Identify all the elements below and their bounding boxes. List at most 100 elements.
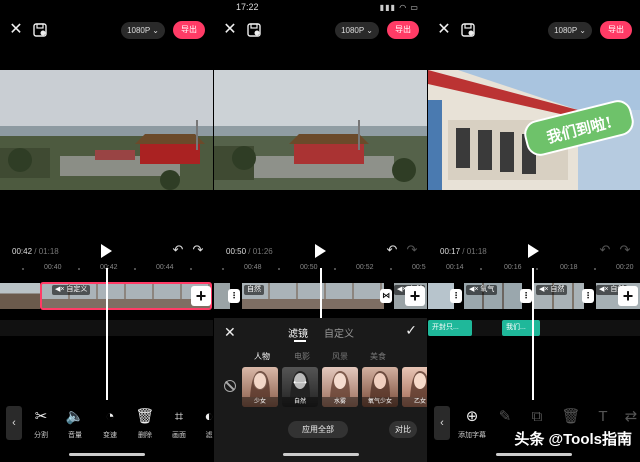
tool-volume[interactable]: 🔈 音量 [58,408,92,440]
category-scenery[interactable]: 风景 [332,351,348,362]
tool-canvas[interactable]: ⌗ 画面 [162,408,196,440]
save-draft-icon[interactable] [247,23,261,37]
ruler-dot [390,268,392,270]
close-icon[interactable]: ✕ [436,22,452,38]
video-clip[interactable]: ◀× 氧气 [464,283,522,309]
back-chevron-icon[interactable]: ‹ [434,406,450,440]
status-time: 17:22 [236,2,259,12]
video-clip[interactable] [0,283,40,309]
tool-delete[interactable]: 🗑 删除 [128,408,162,440]
tool-filter[interactable]: ◐ 滤 [192,408,213,440]
ruler-dot [222,268,224,270]
category-movie[interactable]: 电影 [294,351,310,362]
tool-split[interactable]: ✂ 分割 [24,408,58,440]
no-filter-icon[interactable] [224,380,236,392]
compare-button[interactable]: 对比 [389,421,417,438]
category-portrait[interactable]: 人物 [254,351,270,362]
save-draft-icon[interactable] [33,23,47,37]
clip-selection-frame[interactable] [40,282,212,310]
tool-edit[interactable]: ✎ [488,408,522,430]
video-preview[interactable]: 我们到啦! [428,70,640,190]
export-button[interactable]: 导出 [600,21,632,39]
playhead[interactable] [106,268,108,400]
play-icon[interactable] [528,244,539,258]
undo-icon[interactable]: ↶ [171,243,185,257]
filter-thumb-selected[interactable]: 自然 •—• [282,367,318,407]
portrait-thumbnail [370,371,390,397]
active-tab-indicator [294,340,306,342]
ruler-dot [190,268,192,270]
ruler-tick-label: 00:52 [356,264,374,271]
redo-icon[interactable]: ↷ [405,243,419,257]
status-bar: 17:22 ▮▮▮ ◠ ▭ [214,0,427,16]
top-bar: ✕ 1080P ⌄ 导出 [428,18,640,46]
transition-icon[interactable]: ⋮ [582,289,594,303]
export-button[interactable]: 导出 [387,21,419,39]
editor-panel-split: ✕ 1080P ⌄ 导出 00:42 / 01:18 ↶ ↷ 00:40 00:… [0,0,213,462]
clip-thumbnail-strip [242,299,384,309]
resolution-dropdown[interactable]: 1080P ⌄ [121,22,165,39]
portrait-thumbnail [330,371,350,397]
undo-icon[interactable]: ↶ [385,243,399,257]
video-preview[interactable] [0,70,213,190]
export-button[interactable]: 导出 [173,21,205,39]
save-draft-icon[interactable] [461,23,475,37]
screenshot-collage: ✕ 1080P ⌄ 导出 00:42 / 01:18 ↶ ↷ 00:40 00:… [0,0,640,462]
close-icon[interactable]: ✕ [224,324,236,341]
add-circle-icon: ⊕ [465,408,479,425]
clip-filter-chip: 自然 [244,285,264,295]
playhead[interactable] [532,268,534,400]
resolution-dropdown[interactable]: 1080P ⌄ [548,22,592,39]
play-icon[interactable] [314,244,326,258]
add-clip-icon[interactable]: + [191,286,211,306]
timeline-ruler: 00:14 00:16 00:18 00:20 [428,262,640,276]
close-icon[interactable]: ✕ [222,22,238,38]
transition-icon[interactable]: ⋮ [520,289,532,303]
filter-thumb[interactable]: 少女 [242,367,278,407]
play-icon[interactable] [100,244,112,258]
playhead[interactable] [320,268,322,318]
ruler-tick-label: 00:48 [244,264,262,271]
ruler-dot [594,268,596,270]
subtitle-clip[interactable]: 开封只... [428,320,472,336]
tool-more[interactable]: ⇄ [614,408,640,430]
filter-thumb[interactable]: 乙女 [402,367,427,407]
close-icon[interactable]: ✕ [8,22,24,38]
filter-thumb[interactable]: 水雾 [322,367,358,407]
add-clip-icon[interactable]: + [618,286,638,306]
video-preview[interactable] [214,70,427,190]
add-clip-icon[interactable]: + [405,286,425,306]
tab-filter[interactable]: 滤镜 [288,325,308,340]
top-bar: ✕ 1080P ⌄ 导出 [214,18,427,46]
speaker-icon: 🔈 [65,408,85,425]
tool-copy[interactable]: ⧉ [520,408,554,430]
ruler-tick-label: 00:50 [300,264,318,271]
ruler-tick-label: 00:14 [446,264,464,271]
undo-icon[interactable]: ↶ [598,243,612,257]
subtitle-clip[interactable]: 我们... [502,320,540,336]
ruler-dot [480,268,482,270]
crop-icon: ⌗ [174,408,184,425]
clip-filter-chip: ◀× 氧气 [466,285,498,295]
checkmark-icon[interactable]: ✓ [405,322,417,339]
ruler-dot [278,268,280,270]
ruler-tick-label: 00:16 [504,264,522,271]
filter-sheet: ✕ 滤镜 自定义 ✓ 人物 电影 风景 美食 少女 自然 •—• 水雾 氧气少女… [214,318,427,462]
apply-all-button[interactable]: 应用全部 [288,421,348,438]
tab-custom[interactable]: 自定义 [324,325,354,340]
video-clip[interactable]: ◀× 自然 [534,283,584,309]
scissors-icon: ✂ [34,408,48,425]
transition-icon[interactable]: ⋈ [380,289,392,303]
tool-add-subtitle[interactable]: ⊕ 添加字幕 [452,408,492,440]
video-clip[interactable]: 自然 [242,283,384,309]
tool-delete[interactable]: 🗑 [554,408,588,430]
redo-icon[interactable]: ↷ [191,243,205,257]
redo-icon[interactable]: ↷ [618,243,632,257]
tool-speed[interactable]: ◔ 变速 [93,408,127,440]
transition-icon[interactable]: ⋮ [450,289,462,303]
category-food[interactable]: 美食 [370,351,386,362]
filter-thumb[interactable]: 氧气少女 [362,367,398,407]
resolution-dropdown[interactable]: 1080P ⌄ [335,22,379,39]
transition-icon[interactable]: ⋮ [228,289,240,303]
back-chevron-icon[interactable]: ‹ [6,406,22,440]
